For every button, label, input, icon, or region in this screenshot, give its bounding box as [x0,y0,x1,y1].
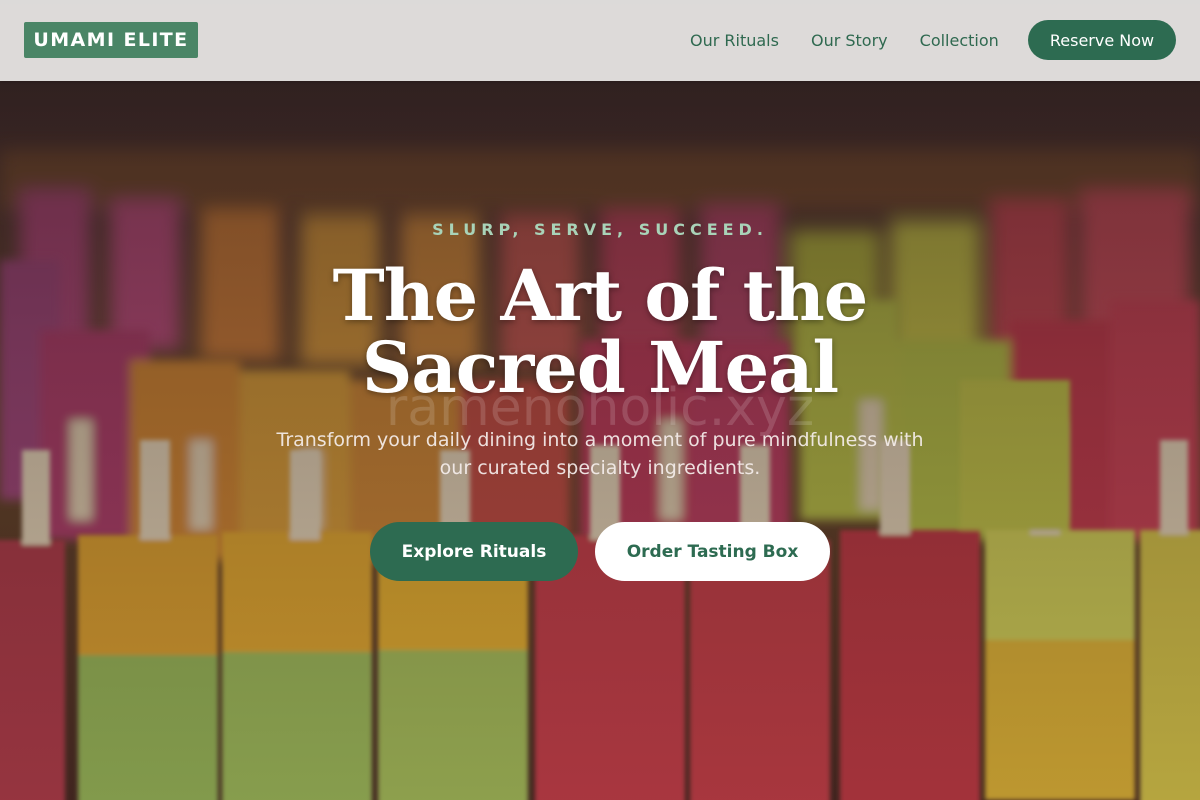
nav-link-our-story[interactable]: Our Story [811,31,888,50]
order-tasting-box-button[interactable]: Order Tasting Box [595,522,830,581]
site-header: UMAMI ELITE Our Rituals Our Story Collec… [0,0,1200,81]
hero-tagline: SLURP, SERVE, SUCCEED. [432,220,768,239]
nav-link-our-rituals[interactable]: Our Rituals [690,31,779,50]
main-nav: Our Rituals Our Story Collection [690,0,1031,81]
explore-rituals-button[interactable]: Explore Rituals [370,522,578,581]
nav-link-collection[interactable]: Collection [920,31,999,50]
brand-logo[interactable]: UMAMI ELITE [24,22,198,58]
reserve-now-button[interactable]: Reserve Now [1028,20,1176,60]
hero-subtitle: Transform your daily dining into a momen… [276,429,924,479]
